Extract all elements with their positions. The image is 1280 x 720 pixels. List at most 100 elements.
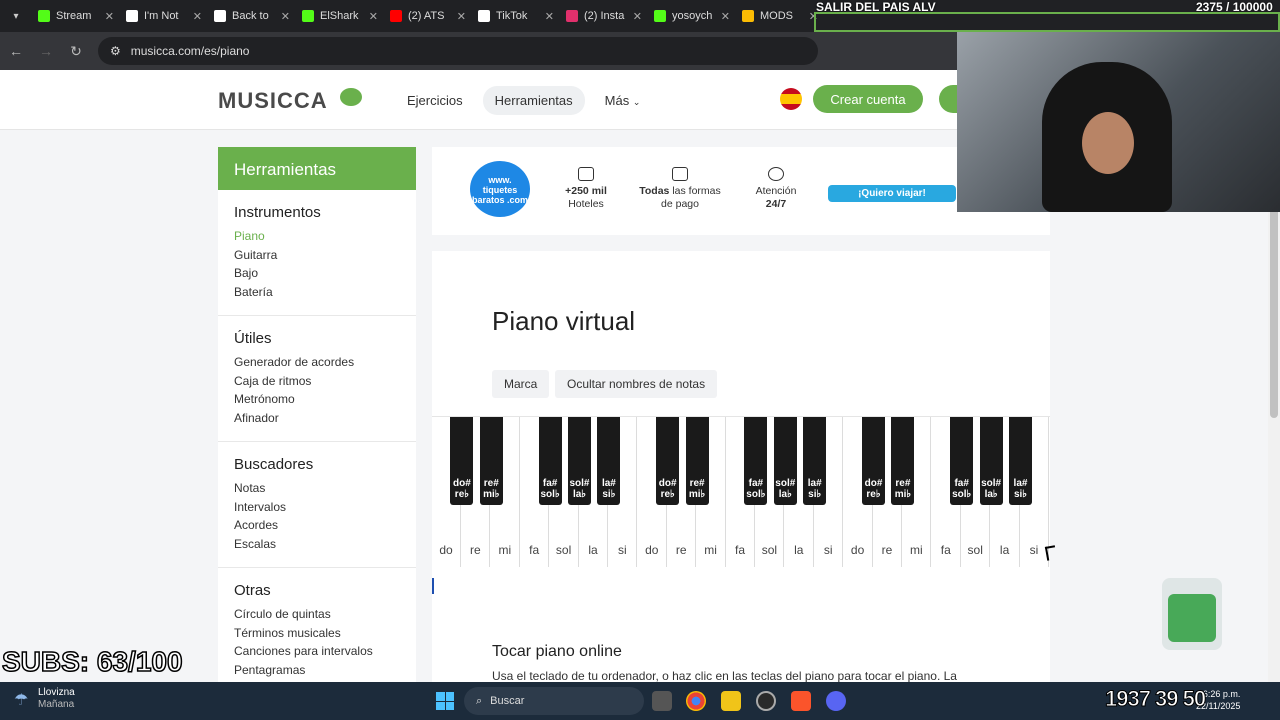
sidebar-section: Otras Círculo de quintas Términos musicale… [218,568,416,694]
close-icon[interactable]: ✕ [369,10,378,23]
browser-tab[interactable]: ElShark ✕ [296,0,384,32]
black-key[interactable]: re# mi♭ [685,417,709,505]
sidebar-section-title: Buscadores [234,456,314,473]
close-icon[interactable]: ✕ [281,10,290,23]
back-icon[interactable]: ← [8,43,24,59]
musicca-logo[interactable]: MUSICCA [218,88,328,114]
create-account-button[interactable]: Crear cuenta [813,85,923,113]
brave-icon[interactable] [791,691,811,711]
sidebar-item[interactable]: Acordes [234,516,400,535]
black-key[interactable]: la# si♭ [803,417,827,505]
tab-favicon-icon [390,10,402,22]
discord-icon[interactable] [826,691,846,711]
windows-start-icon[interactable] [436,692,454,710]
black-key[interactable]: fa# sol♭ [538,417,562,505]
tab-label: I'm Not [144,10,179,22]
browser-tab[interactable]: MODS ✕ [736,0,824,32]
sidebar-item[interactable]: Términos musicales [234,624,400,643]
browser-tab[interactable]: Stream ✕ [32,0,120,32]
sidebar-item[interactable]: Guitarra [234,246,400,265]
nav-herramientas[interactable]: Herramientas [482,86,585,115]
tab-label: Back to [232,10,269,22]
browser-tab[interactable]: (2) Insta ✕ [560,0,648,32]
black-key[interactable]: la# si♭ [1009,417,1032,505]
tab-favicon-icon [302,10,314,22]
browser-tab[interactable]: (2) ATS ✕ [384,0,472,32]
browser-tab[interactable]: Back to ✕ [208,0,296,32]
black-key[interactable]: la# si♭ [597,417,621,505]
browser-tab[interactable]: yosoych ✕ [648,0,736,32]
task-view-icon[interactable] [652,691,672,711]
app-icon[interactable] [756,691,776,711]
close-icon[interactable]: ✕ [105,10,114,23]
black-key[interactable]: sol# la♭ [979,417,1003,505]
site-info-icon[interactable]: ⚙ [110,44,121,58]
close-icon[interactable]: ✕ [721,10,730,23]
nav-mas[interactable]: Más ⌄ [593,86,653,115]
sidebar-item[interactable]: Escalas [234,535,400,554]
page-scrollbar[interactable] [1268,130,1280,682]
tab-label: (2) Insta [584,10,625,22]
black-key-flat: la♭ [572,489,587,500]
white-key-label: la [999,543,1010,557]
tab-search-icon[interactable]: ▾ [0,0,32,32]
sidebar-section-title: Instrumentos [234,204,321,221]
taskbar-search[interactable]: ⌕ Buscar [464,687,644,715]
black-key[interactable]: do# re♭ [450,417,474,505]
file-explorer-icon[interactable] [721,691,741,711]
sidebar-item[interactable]: Piano [234,227,400,246]
black-key[interactable]: re# mi♭ [891,417,915,505]
close-icon[interactable]: ✕ [193,10,202,23]
tab-label: yosoych [672,10,713,22]
sidebar-item[interactable]: Pentagramas [234,661,400,680]
black-key-sharp: fa# [542,478,558,489]
nav-ejercicios[interactable]: Ejercicios [395,86,475,115]
black-key[interactable]: fa# sol♭ [744,417,768,505]
black-key[interactable]: do# re♭ [656,417,680,505]
sidebar-item[interactable]: Bajo [234,264,400,283]
chrome-icon[interactable] [686,691,706,711]
sidebar-item[interactable]: Notas [234,479,400,498]
browser-tab[interactable]: I'm Not ✕ [120,0,208,32]
ad-hotels-label: Hoteles [568,198,604,210]
close-icon[interactable]: ✕ [457,10,466,23]
hide-note-names-button[interactable]: Ocultar nombres de notas [555,370,718,398]
white-key-label: si [618,543,627,557]
sidebar-item[interactable]: Canciones para intervalos [234,642,400,661]
sidebar-item[interactable]: Afinador [234,409,400,428]
black-key-sharp: sol# [981,478,1002,489]
black-key[interactable]: fa# sol♭ [950,417,974,505]
black-key[interactable]: re# mi♭ [479,417,503,505]
black-key[interactable]: sol# la♭ [773,417,797,505]
logo-bubble-icon [340,88,362,106]
sidebar-item[interactable]: Caja de ritmos [234,372,400,391]
spain-flag-icon[interactable] [780,88,802,110]
close-icon[interactable]: ✕ [545,10,554,23]
brand-button[interactable]: Marca [492,370,550,398]
sidebar-item[interactable]: Metrónomo [234,390,400,409]
reload-icon[interactable]: ↻ [68,43,84,60]
browser-tab[interactable]: TikTok ✕ [472,0,560,32]
sidebar-section: Instrumentos Piano Guitarra Bajo Batería [218,190,416,316]
url-field[interactable]: ⚙ musicca.com/es/piano [98,37,818,65]
white-key-label: do [645,543,659,557]
black-key-sharp: sol# [569,478,590,489]
weather-widget[interactable]: ☂ Llovizna Mañana [14,687,75,711]
black-key[interactable]: sol# la♭ [568,417,591,505]
black-key-label: do# re♭ [656,478,679,500]
sidebar-item[interactable]: Intervalos [234,498,400,517]
close-icon[interactable]: ✕ [633,10,642,23]
tab-label: Stream [56,10,92,22]
white-key-label: mi [704,543,717,557]
ad-logo[interactable]: www. tiquetes baratos .com [470,161,530,217]
ad-cta-button[interactable]: ¡Quiero viajar! [828,185,956,202]
sidebar-item[interactable]: Círculo de quintas [234,605,400,624]
white-key-label: la [794,543,804,557]
ad-support: Atención 24/7 [748,167,804,211]
forward-icon[interactable]: → [38,43,54,59]
white-key-label: sol [555,543,572,557]
sidebar-item[interactable]: Generador de acordes [234,353,400,372]
sidebar-item[interactable]: Batería [234,283,400,302]
ad-hotels-strong: +250 mil [565,185,607,197]
black-key[interactable]: do# re♭ [862,417,885,505]
